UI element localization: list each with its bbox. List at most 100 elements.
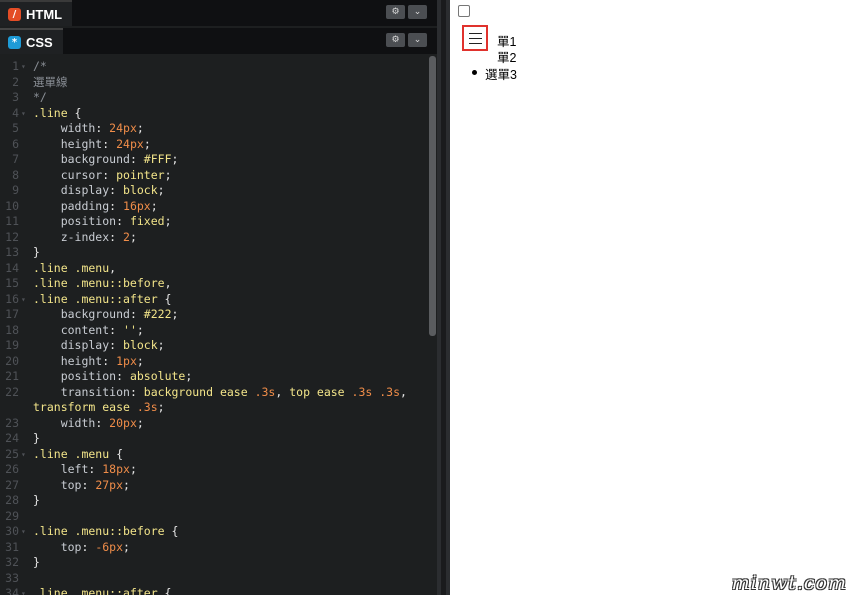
code-text: width: 24px;: [33, 121, 144, 135]
fold-arrow-icon[interactable]: ▾: [21, 447, 26, 462]
fold-arrow-icon[interactable]: ▾: [21, 59, 26, 74]
line-number: 4: [12, 105, 19, 120]
tab-css[interactable]: * CSS: [0, 28, 63, 54]
code-text: }: [33, 431, 40, 445]
line-number: 25: [5, 446, 19, 461]
gear-icon: ⚙: [391, 7, 400, 17]
menu-toggle-checkbox[interactable]: [458, 5, 470, 17]
code-text: height: 24px;: [33, 136, 151, 151]
list-bullet: [472, 70, 477, 75]
code-text: }: [33, 245, 40, 259]
code-text: .line .menu::before {: [33, 524, 179, 538]
code-text: display: block;: [33, 183, 165, 197]
pane-divider[interactable]: [437, 0, 450, 595]
line-number: 23: [5, 415, 19, 430]
code-text: .line .menu::before,: [33, 276, 172, 290]
line-number: 2: [12, 74, 19, 89]
code-text: position: fixed;: [33, 214, 172, 228]
line-number: 20: [5, 353, 19, 368]
menu-item-3[interactable]: 選單3: [485, 64, 517, 83]
line-number: 6: [12, 136, 19, 151]
code-text: .line {: [33, 105, 82, 120]
code-scrollbar[interactable]: [428, 56, 437, 595]
fold-arrow-icon[interactable]: ▾: [21, 106, 26, 121]
line-number: 24: [5, 431, 19, 445]
code-text: .line .menu::after {: [33, 291, 172, 306]
line-number: 19: [5, 338, 19, 352]
line-number: 16: [5, 291, 19, 306]
line-number: 31: [5, 539, 19, 554]
scrollbar-thumb[interactable]: [429, 56, 436, 336]
code-text: left: 18px;: [33, 462, 137, 476]
code-text: }: [33, 555, 40, 569]
code-text: padding: 16px;: [33, 198, 158, 213]
line-number: 29: [5, 508, 19, 523]
line-number: 11: [5, 214, 19, 228]
code-text: .line .menu::after {: [33, 586, 172, 595]
hamburger-icon[interactable]: [462, 25, 488, 51]
code-text: height: 1px;: [33, 353, 144, 368]
tab-css-label: CSS: [26, 34, 53, 50]
line-number: 28: [5, 493, 19, 507]
css-code-area[interactable]: 1 ▾/* 2 選單線 3 */4 ▾ .line {5 width: 24px; 6 heig…: [0, 56, 437, 595]
line-number: 12: [5, 229, 19, 244]
html-collapse-button[interactable]: ⌄: [408, 5, 427, 19]
fold-arrow-icon[interactable]: ▾: [21, 524, 26, 539]
code-editor: / HTML ⚙ ⌄ * CSS ⚙ ⌄ 1 ▾/* 2 選單線 3 */4 ▾ .line …: [0, 0, 437, 595]
line-number: 21: [5, 369, 19, 383]
menu-line-bottom: [469, 43, 482, 44]
chevron-down-icon: ⌄: [413, 35, 422, 45]
line-number: 5: [12, 121, 19, 135]
watermark: minwt.com: [731, 572, 847, 594]
line-number: 18: [5, 322, 19, 337]
code-text: 選單線: [33, 74, 68, 89]
line-number: 27: [5, 477, 19, 492]
result-preview: 單1 單2 選單3 minwt.com: [450, 0, 850, 595]
fold-arrow-icon[interactable]: ▾: [21, 292, 26, 307]
html-panel-header: / HTML ⚙ ⌄: [0, 0, 437, 26]
css-collapse-button[interactable]: ⌄: [408, 33, 427, 47]
line-number: 17: [5, 307, 19, 321]
line-number: 32: [5, 555, 19, 569]
code-text: }: [33, 493, 40, 507]
line-number: 8: [12, 167, 19, 182]
menu-line-top: [469, 33, 482, 34]
line-number: 3: [12, 90, 19, 104]
line-number: 33: [5, 570, 19, 585]
code-text: position: absolute;: [33, 369, 193, 383]
code-text: background: #FFF;: [33, 152, 179, 166]
html-settings-button[interactable]: ⚙: [386, 5, 405, 19]
line-number: 30: [5, 524, 19, 538]
html-icon: /: [8, 7, 21, 21]
code-text: */: [33, 90, 47, 104]
css-icon: *: [8, 35, 21, 49]
fold-arrow-icon[interactable]: ▾: [21, 586, 26, 595]
css-settings-button[interactable]: ⚙: [386, 33, 405, 47]
line-number: 15: [5, 276, 19, 290]
code-text: z-index: 2;: [33, 229, 137, 244]
code-text: top: 27px;: [33, 477, 130, 492]
tab-html[interactable]: / HTML: [0, 0, 73, 26]
chevron-down-icon: ⌄: [413, 7, 422, 17]
tab-html-label: HTML: [26, 6, 63, 22]
gear-icon: ⚙: [391, 35, 400, 45]
line-number: 26: [5, 462, 19, 476]
code-text: top: -6px;: [33, 539, 130, 554]
line-number: 10: [5, 198, 19, 213]
line-number: 13: [5, 245, 19, 259]
line-number: 9: [12, 183, 19, 197]
css-panel-header: * CSS ⚙ ⌄: [0, 28, 437, 54]
code-text: .line .menu {: [33, 446, 124, 461]
code-text: width: 20px;: [33, 415, 144, 430]
menu-line-middle: [469, 38, 482, 39]
code-text: transform ease .3s;: [33, 400, 165, 414]
line-number: 14: [5, 260, 19, 275]
line-number: 34: [5, 586, 19, 595]
code-text: .line .menu,: [33, 260, 117, 275]
line-number: 7: [12, 152, 19, 166]
code-text: display: block;: [33, 338, 165, 352]
code-text: cursor: pointer;: [33, 167, 172, 182]
code-text: /*: [33, 59, 47, 73]
code-text: content: '';: [33, 322, 144, 337]
line-number: 22: [5, 384, 19, 399]
